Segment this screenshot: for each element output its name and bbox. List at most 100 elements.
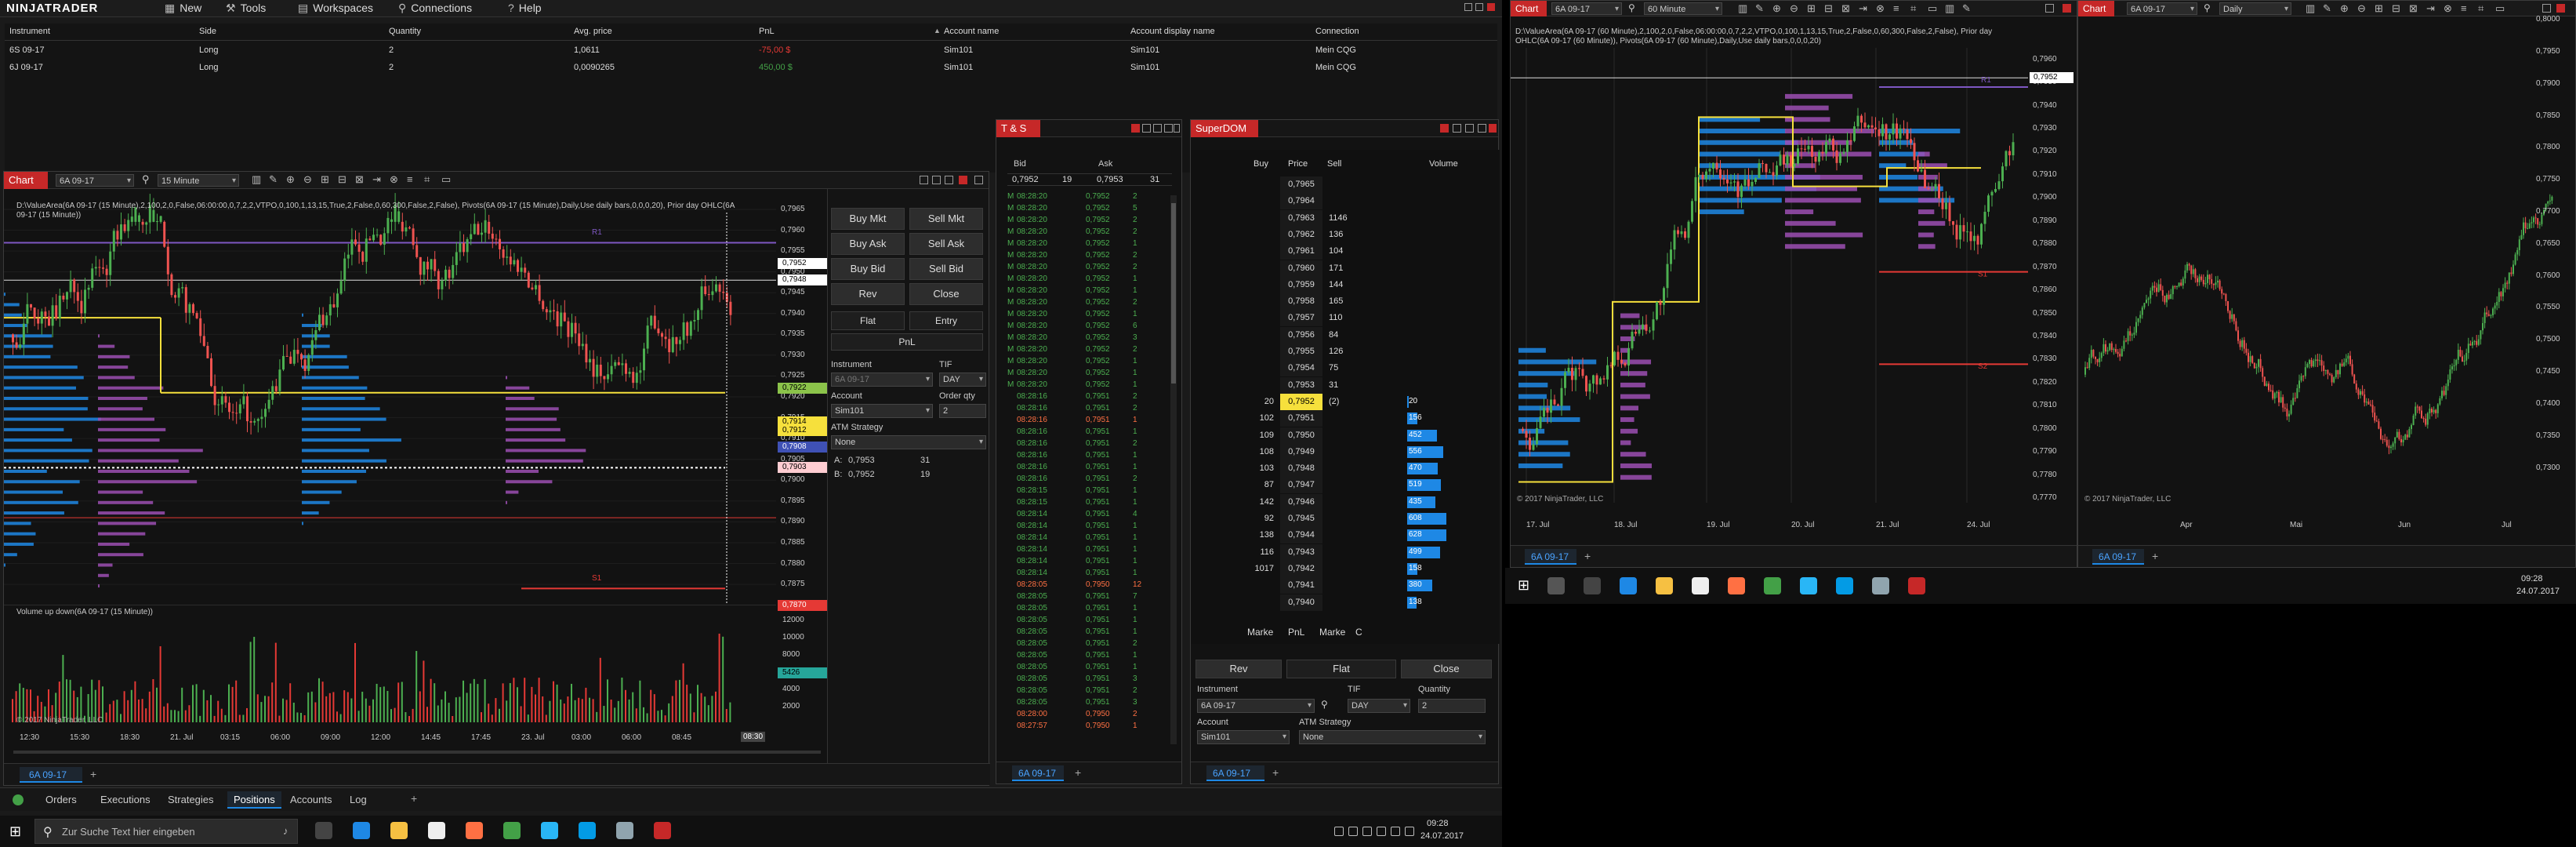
firefox-icon[interactable]	[1728, 577, 1745, 594]
buy-bid-button[interactable]: Buy Bid	[831, 258, 905, 280]
close-icon[interactable]	[2556, 4, 2565, 13]
dom-sell-cell[interactable]: 1146	[1326, 210, 1357, 227]
edge-icon[interactable]	[1620, 577, 1637, 594]
tab-6a[interactable]: 6A 09-17	[1525, 549, 1576, 565]
dom-sell-cell[interactable]	[1326, 594, 1357, 611]
task-view-icon[interactable]	[1584, 577, 1601, 594]
menu-item-help[interactable]: ? Help	[508, 2, 542, 14]
dom-sell-cell[interactable]	[1326, 527, 1357, 543]
table-row[interactable]: 6S 09-17 Long 2 1,0611 -75,00 $ Sim101 Sim101 M…	[5, 42, 1497, 60]
network-icon[interactable]	[1872, 577, 1889, 594]
tab-strategies[interactable]: Strategies	[161, 791, 220, 809]
dom-buy-cell[interactable]	[1246, 310, 1277, 326]
dom-row[interactable]: 0,7962 136	[1246, 226, 1489, 243]
dom-row[interactable]: 0,7941 380	[1246, 577, 1489, 594]
toolbar-icon[interactable]: ▭	[1928, 2, 1937, 15]
add-tab-icon[interactable]: +	[2152, 550, 2158, 562]
dom-sell-cell[interactable]	[1326, 544, 1357, 561]
column-header[interactable]: Avg. price	[574, 27, 612, 36]
dom-sell-cell[interactable]: 84	[1326, 327, 1357, 344]
minimize-icon[interactable]	[2045, 4, 2054, 13]
sell-market-button[interactable]: Sell Mkt	[909, 208, 983, 230]
chrome-icon[interactable]	[1764, 577, 1781, 594]
cancel-marker[interactable]: C	[1355, 627, 1362, 638]
dom-row[interactable]: 0,7957 110	[1246, 310, 1489, 327]
dom-sell-cell[interactable]	[1326, 193, 1357, 209]
dom-row[interactable]: 0,7953 31	[1246, 376, 1489, 394]
dom-sell-cell[interactable]	[1326, 176, 1357, 193]
dom-row[interactable]: 1017 0,7942 158	[1246, 560, 1489, 577]
tab-6a[interactable]: 6A 09-17	[1206, 765, 1264, 781]
instrument-field[interactable]: 6A 09-17	[831, 373, 933, 387]
dom-buy-cell[interactable]: 87	[1246, 477, 1277, 493]
dom-buy-cell[interactable]	[1246, 277, 1277, 293]
dom-buy-cell[interactable]: 102	[1246, 410, 1277, 427]
windows-start-icon[interactable]: ⊞	[9, 823, 21, 840]
instrument-selector[interactable]: 6A 09-17	[2127, 2, 2197, 16]
add-tab-icon[interactable]: +	[1272, 766, 1279, 779]
windows-start-icon[interactable]: ⊞	[1518, 577, 1529, 594]
toolbar-icon[interactable]: ⊞	[321, 173, 329, 186]
minimize-icon[interactable]	[2542, 4, 2551, 13]
menu-item-workspaces[interactable]: ▤ Workspaces	[298, 2, 373, 15]
dom-row[interactable]: 103 0,7948 470	[1246, 460, 1489, 478]
dom-buy-cell[interactable]: 103	[1246, 460, 1277, 477]
dom-buy-cell[interactable]	[1246, 577, 1277, 594]
instrument-selector[interactable]: 6A 09-17	[1197, 699, 1315, 713]
horizontal-scrollbar[interactable]	[13, 751, 821, 754]
toolbar-icon[interactable]: ⌗	[1910, 2, 1916, 15]
column-header[interactable]: Side	[199, 27, 216, 36]
dom-sell-cell[interactable]: 110	[1326, 310, 1357, 326]
search-icon[interactable]: ⚲	[1628, 2, 1635, 13]
app-icon[interactable]	[1800, 577, 1817, 594]
chrome-icon[interactable]	[503, 822, 521, 839]
dom-row[interactable]: 0,7954 75	[1246, 360, 1489, 377]
dom-buy-cell[interactable]	[1246, 377, 1277, 394]
toolbar-icon[interactable]: ⊟	[1824, 2, 1833, 15]
dom-sell-cell[interactable]	[1326, 427, 1357, 444]
dom-row[interactable]: 108 0,7949 556	[1246, 443, 1489, 460]
maximize-icon[interactable]	[1478, 124, 1486, 133]
sell-bid-button[interactable]: Sell Bid	[909, 258, 983, 280]
dom-sell-cell[interactable]: 136	[1326, 227, 1357, 243]
column-header[interactable]: Connection	[1315, 27, 1359, 36]
toolbar-icon[interactable]: ⇥	[1859, 2, 1867, 15]
dom-buy-cell[interactable]: 138	[1246, 527, 1277, 543]
search-icon[interactable]: ⚲	[142, 173, 150, 186]
toolbar-icon[interactable]: ⊖	[2357, 2, 2366, 15]
dom-sell-cell[interactable]: 144	[1326, 277, 1357, 293]
dom-sell-cell[interactable]: (2)	[1326, 394, 1357, 410]
restore-icon[interactable]	[920, 176, 928, 184]
task-view-icon[interactable]	[315, 822, 332, 839]
toolbar-icon[interactable]: ✎	[1962, 2, 1971, 15]
account-select[interactable]: Sim101	[831, 404, 933, 418]
maximize-icon[interactable]	[945, 176, 953, 184]
dom-row[interactable]: 87 0,7947 519	[1246, 477, 1489, 494]
dom-buy-cell[interactable]	[1246, 243, 1277, 260]
store-icon[interactable]	[428, 822, 445, 839]
dom-sell-cell[interactable]: 31	[1326, 377, 1357, 394]
edge-icon[interactable]	[353, 822, 370, 839]
dom-buy-cell[interactable]: 92	[1246, 511, 1277, 527]
account-select[interactable]: Sim101	[1197, 730, 1290, 744]
restore-icon[interactable]	[1453, 124, 1461, 133]
toolbar-icon[interactable]: ▥	[1738, 2, 1747, 15]
network-icon[interactable]	[616, 822, 633, 839]
dom-sell-cell[interactable]: 104	[1326, 243, 1357, 260]
atm-strategy-select[interactable]: None	[1299, 730, 1486, 744]
dom-row[interactable]: 0,7965	[1246, 176, 1489, 193]
toolbar-icon[interactable]: ⊠	[355, 173, 364, 186]
dom-sell-cell[interactable]	[1326, 410, 1357, 427]
dom-sell-cell[interactable]	[1326, 444, 1357, 460]
minimize-icon[interactable]	[1464, 3, 1472, 11]
tif-select[interactable]: DAY	[939, 373, 986, 387]
toolbar-icon[interactable]: ⊖	[1790, 2, 1798, 15]
toolbar-icon[interactable]: ⌗	[2478, 2, 2483, 15]
toolbar-icon[interactable]: ⊞	[2375, 2, 2383, 15]
reverse-button[interactable]: Rev	[831, 283, 905, 305]
order-qty-stepper[interactable]: 2	[939, 404, 986, 418]
dom-sell-cell[interactable]: 75	[1326, 360, 1357, 376]
add-tab-icon[interactable]: +	[411, 792, 417, 805]
table-row[interactable]: 6J 09-17 Long 2 0,0090265 450,00 $ Sim101 Sim1…	[5, 60, 1497, 77]
dom-row[interactable]: 142 0,7946 435	[1246, 493, 1489, 511]
